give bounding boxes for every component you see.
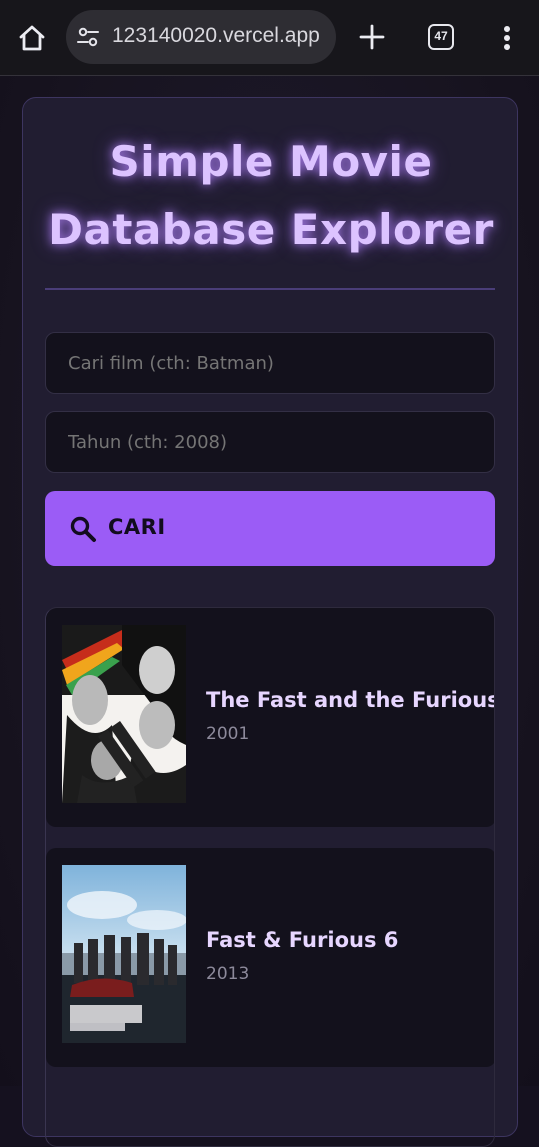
movie-poster (62, 625, 186, 803)
page: Simple Movie Database Explorer CARI (0, 76, 539, 1147)
more-vert-icon[interactable] (497, 22, 517, 54)
url-text[interactable]: 123140020.vercel.app (112, 24, 320, 48)
new-tab-icon[interactable] (358, 23, 386, 51)
results-list: The Fast and the Furious 2001 Fast & Fur… (45, 607, 495, 1147)
site-settings-icon[interactable] (76, 25, 100, 49)
search-button[interactable]: CARI (45, 491, 495, 566)
browser-toolbar: 123140020.vercel.app 47 (0, 0, 539, 76)
movie-item[interactable]: Fast & Furious 6 2013 (46, 848, 494, 1067)
search-icon (69, 515, 97, 543)
year-input[interactable] (45, 411, 495, 473)
movie-title: The Fast and the Furious (206, 688, 495, 712)
search-button-label: CARI (108, 515, 166, 539)
movie-year: 2001 (206, 724, 250, 744)
tab-count: 47 (434, 29, 448, 43)
search-input[interactable] (45, 332, 495, 394)
movie-poster (62, 865, 186, 1043)
page-title: Simple Movie Database Explorer (48, 137, 494, 254)
movie-title: Fast & Furious 6 (206, 928, 399, 952)
address-bar[interactable]: 123140020.vercel.app (66, 10, 336, 64)
home-icon[interactable] (16, 22, 48, 54)
explorer-card: Simple Movie Database Explorer CARI (22, 97, 518, 1147)
divider (45, 288, 495, 290)
tab-switcher-icon[interactable]: 47 (428, 24, 454, 50)
movie-year: 2013 (206, 964, 250, 984)
movie-item[interactable]: The Fast and the Furious 2001 (46, 608, 495, 827)
